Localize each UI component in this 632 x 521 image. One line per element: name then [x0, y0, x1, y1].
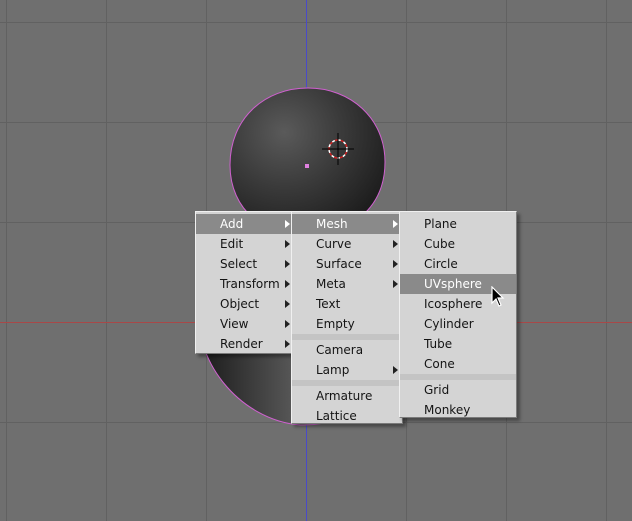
menu-item-label: Render — [220, 337, 263, 351]
menu-item-label: Circle — [424, 257, 458, 271]
submenu-arrow-icon — [285, 340, 290, 348]
menu-item-armature[interactable]: Armature — [292, 386, 402, 406]
menu-item-label: Icosphere — [424, 297, 483, 311]
menu-item-tube[interactable]: Tube — [400, 334, 516, 354]
menu-item-label: Grid — [424, 383, 450, 397]
main-toolbox-menu: Add Edit Select Transform Object View Render — [195, 211, 295, 354]
menu-item-label: Transform — [220, 277, 280, 291]
mesh-submenu: Plane Cube Circle UVsphere Icosphere Cylinder… — [399, 211, 517, 418]
menu-item-label: Meta — [316, 277, 346, 291]
menu-item-label: Object — [220, 297, 260, 311]
menu-item-label: Edit — [220, 237, 244, 251]
menu-item-object[interactable]: Object — [196, 294, 294, 314]
add-submenu: Mesh Curve Surface Meta Text Empty Camera Lamp A… — [291, 211, 403, 424]
menu-item-edit[interactable]: Edit — [196, 234, 294, 254]
menu-item-label: Select — [220, 257, 258, 271]
menu-item-cube[interactable]: Cube — [400, 234, 516, 254]
object-origin-dot — [305, 164, 309, 168]
menu-item-label: Cylinder — [424, 317, 474, 331]
menu-item-label: Lattice — [316, 409, 357, 423]
menu-item-meta[interactable]: Meta — [292, 274, 402, 294]
menu-item-label: Tube — [424, 337, 453, 351]
submenu-arrow-icon — [285, 320, 290, 328]
menu-item-label: Curve — [316, 237, 352, 251]
menu-item-cylinder[interactable]: Cylinder — [400, 314, 516, 334]
submenu-arrow-icon — [285, 300, 290, 308]
menu-item-text[interactable]: Text — [292, 294, 402, 314]
menu-item-empty[interactable]: Empty — [292, 314, 402, 334]
menu-item-label: Cone — [424, 357, 455, 371]
submenu-arrow-icon — [393, 280, 398, 288]
submenu-arrow-icon — [285, 260, 290, 268]
menu-item-label: Surface — [316, 257, 362, 271]
menu-item-mesh[interactable]: Mesh — [292, 214, 402, 234]
menu-item-cone[interactable]: Cone — [400, 354, 516, 374]
submenu-arrow-icon — [393, 220, 398, 228]
menu-item-circle[interactable]: Circle — [400, 254, 516, 274]
menu-item-curve[interactable]: Curve — [292, 234, 402, 254]
submenu-arrow-icon — [285, 240, 290, 248]
submenu-arrow-icon — [393, 260, 398, 268]
submenu-arrow-icon — [393, 240, 398, 248]
menu-item-label: UVsphere — [424, 277, 482, 291]
menu-item-monkey[interactable]: Monkey — [400, 400, 516, 420]
menu-item-view[interactable]: View — [196, 314, 294, 334]
submenu-arrow-icon — [285, 280, 290, 288]
menu-item-label: Add — [220, 217, 244, 231]
submenu-arrow-icon — [393, 366, 398, 374]
menu-item-lamp[interactable]: Lamp — [292, 360, 402, 380]
menu-item-surface[interactable]: Surface — [292, 254, 402, 274]
menu-item-add[interactable]: Add — [196, 214, 294, 234]
menu-item-camera[interactable]: Camera — [292, 340, 402, 360]
submenu-arrow-icon — [285, 220, 290, 228]
menu-item-label: View — [220, 317, 249, 331]
menu-item-label: Plane — [424, 217, 457, 231]
menu-item-transform[interactable]: Transform — [196, 274, 294, 294]
menu-item-render[interactable]: Render — [196, 334, 294, 354]
menu-item-label: Monkey — [424, 403, 471, 417]
menu-item-label: Lamp — [316, 363, 350, 377]
menu-item-label: Text — [316, 297, 341, 311]
menu-item-label: Mesh — [316, 217, 348, 231]
mouse-pointer-icon — [491, 286, 505, 307]
menu-item-label: Armature — [316, 389, 373, 403]
menu-item-select[interactable]: Select — [196, 254, 294, 274]
menu-item-lattice[interactable]: Lattice — [292, 406, 402, 426]
menu-item-plane[interactable]: Plane — [400, 214, 516, 234]
menu-item-label: Cube — [424, 237, 455, 251]
menu-item-label: Empty — [316, 317, 355, 331]
menu-item-grid[interactable]: Grid — [400, 380, 516, 400]
menu-item-label: Camera — [316, 343, 364, 357]
